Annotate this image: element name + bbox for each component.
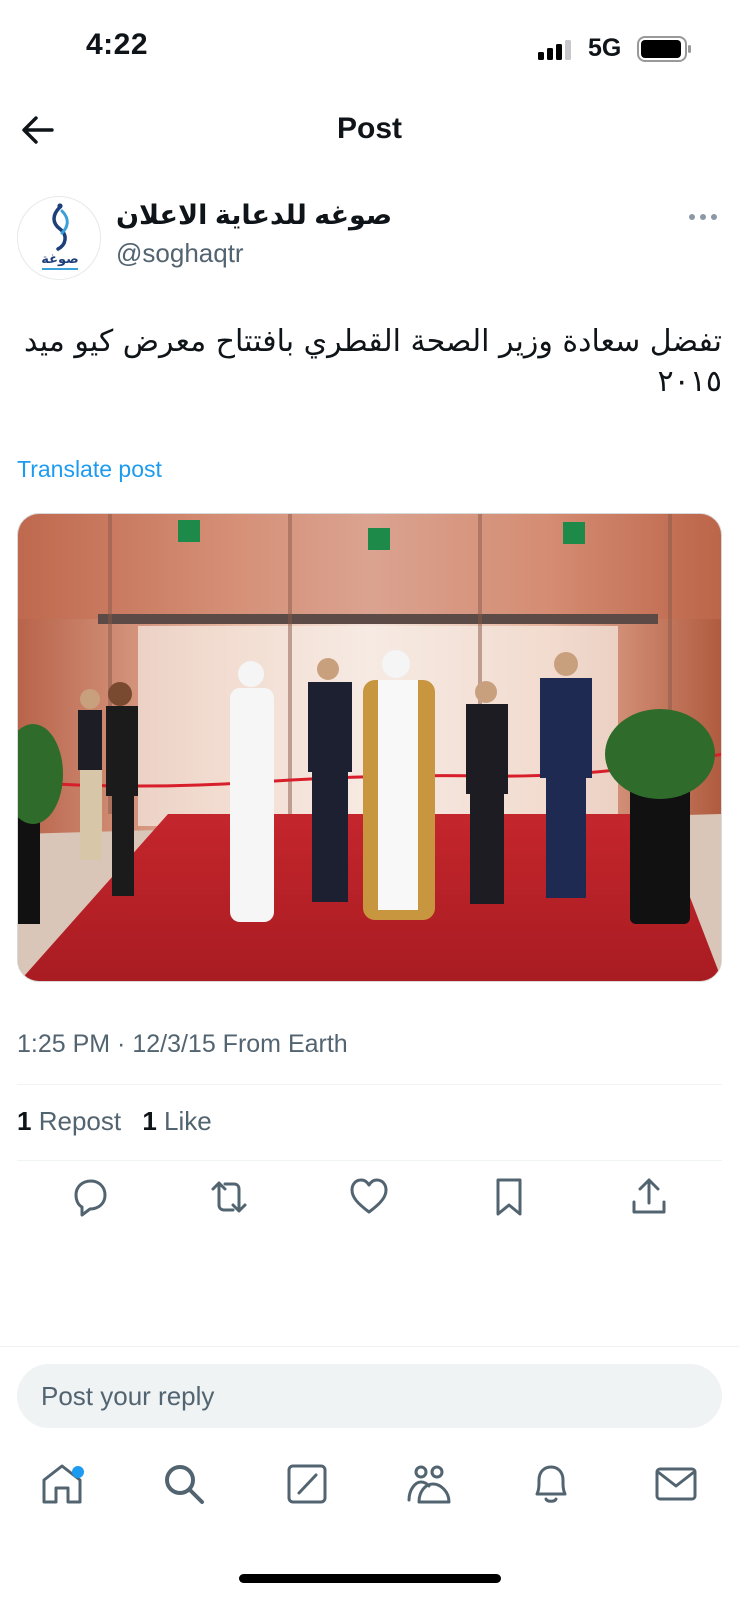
more-dots-icon: [689, 214, 717, 220]
post-header: Post: [0, 100, 739, 162]
compose-icon: [287, 1464, 327, 1504]
post-timestamp: 1:25 PM · 12/3/15 From Earth: [17, 1030, 348, 1058]
author-row: صوغة صوغه للدعاية الاعلان @soghaqtr: [0, 190, 739, 280]
bell-icon: [535, 1465, 567, 1503]
status-bar: 4:22 5G: [0, 0, 739, 100]
post-text: تفضل سعادة وزير الصحة القطري بافتتاح معر…: [24, 324, 722, 399]
share-button[interactable]: [627, 1175, 671, 1219]
translate-link[interactable]: Translate post: [17, 456, 162, 483]
svg-text:صوغة: صوغة: [41, 252, 78, 267]
likes-label: Like: [164, 1106, 212, 1136]
battery-icon: [637, 36, 691, 62]
page-title: Post: [336, 112, 402, 145]
repost-icon: [211, 1181, 247, 1213]
post-actions: [0, 1175, 739, 1225]
signal-icon: [538, 40, 571, 60]
nav-notifications[interactable]: [527, 1460, 575, 1510]
nav-communities[interactable]: [405, 1460, 453, 1510]
nav-search[interactable]: [160, 1460, 208, 1510]
nav-compose[interactable]: [283, 1460, 331, 1510]
share-icon: [632, 1178, 666, 1214]
repost-button[interactable]: [207, 1175, 251, 1219]
author-name[interactable]: صوغه للدعاية الاعلان: [116, 200, 392, 231]
bottom-nav: [0, 1460, 739, 1524]
search-icon: [165, 1465, 204, 1504]
divider: [17, 1160, 722, 1161]
reposts-label: Repost: [38, 1106, 122, 1136]
like-button[interactable]: [347, 1175, 391, 1219]
author-handle[interactable]: @soghaqtr: [116, 238, 244, 269]
nav-messages[interactable]: [652, 1460, 700, 1510]
divider: [17, 1084, 722, 1085]
likes-count: 1: [142, 1106, 157, 1136]
home-indicator: [239, 1574, 501, 1583]
mail-icon: [655, 1467, 697, 1501]
engagement-stats: 1 Repost 1 Like: [17, 1106, 226, 1137]
bookmark-icon: [496, 1178, 522, 1216]
status-time: 4:22: [86, 28, 149, 61]
home-notification-dot: [72, 1466, 84, 1478]
likes-stat[interactable]: 1 Like: [142, 1106, 211, 1136]
heart-icon: [350, 1178, 388, 1214]
reposts-stat[interactable]: 1 Repost: [17, 1106, 121, 1136]
communities-icon: [407, 1465, 451, 1504]
network-type: 5G: [588, 34, 622, 62]
divider: [0, 1346, 739, 1347]
reposts-count: 1: [17, 1106, 32, 1136]
reply-icon: [74, 1179, 107, 1217]
more-button[interactable]: [688, 210, 718, 224]
brand-logo: صوغة: [41, 203, 79, 270]
bookmark-button[interactable]: [487, 1175, 531, 1219]
post-image[interactable]: [17, 513, 722, 982]
avatar[interactable]: صوغة: [17, 196, 101, 280]
ribbon-cutting-photo: [18, 514, 721, 981]
reply-button[interactable]: [68, 1175, 112, 1219]
reply-input[interactable]: Post your reply: [17, 1364, 722, 1428]
